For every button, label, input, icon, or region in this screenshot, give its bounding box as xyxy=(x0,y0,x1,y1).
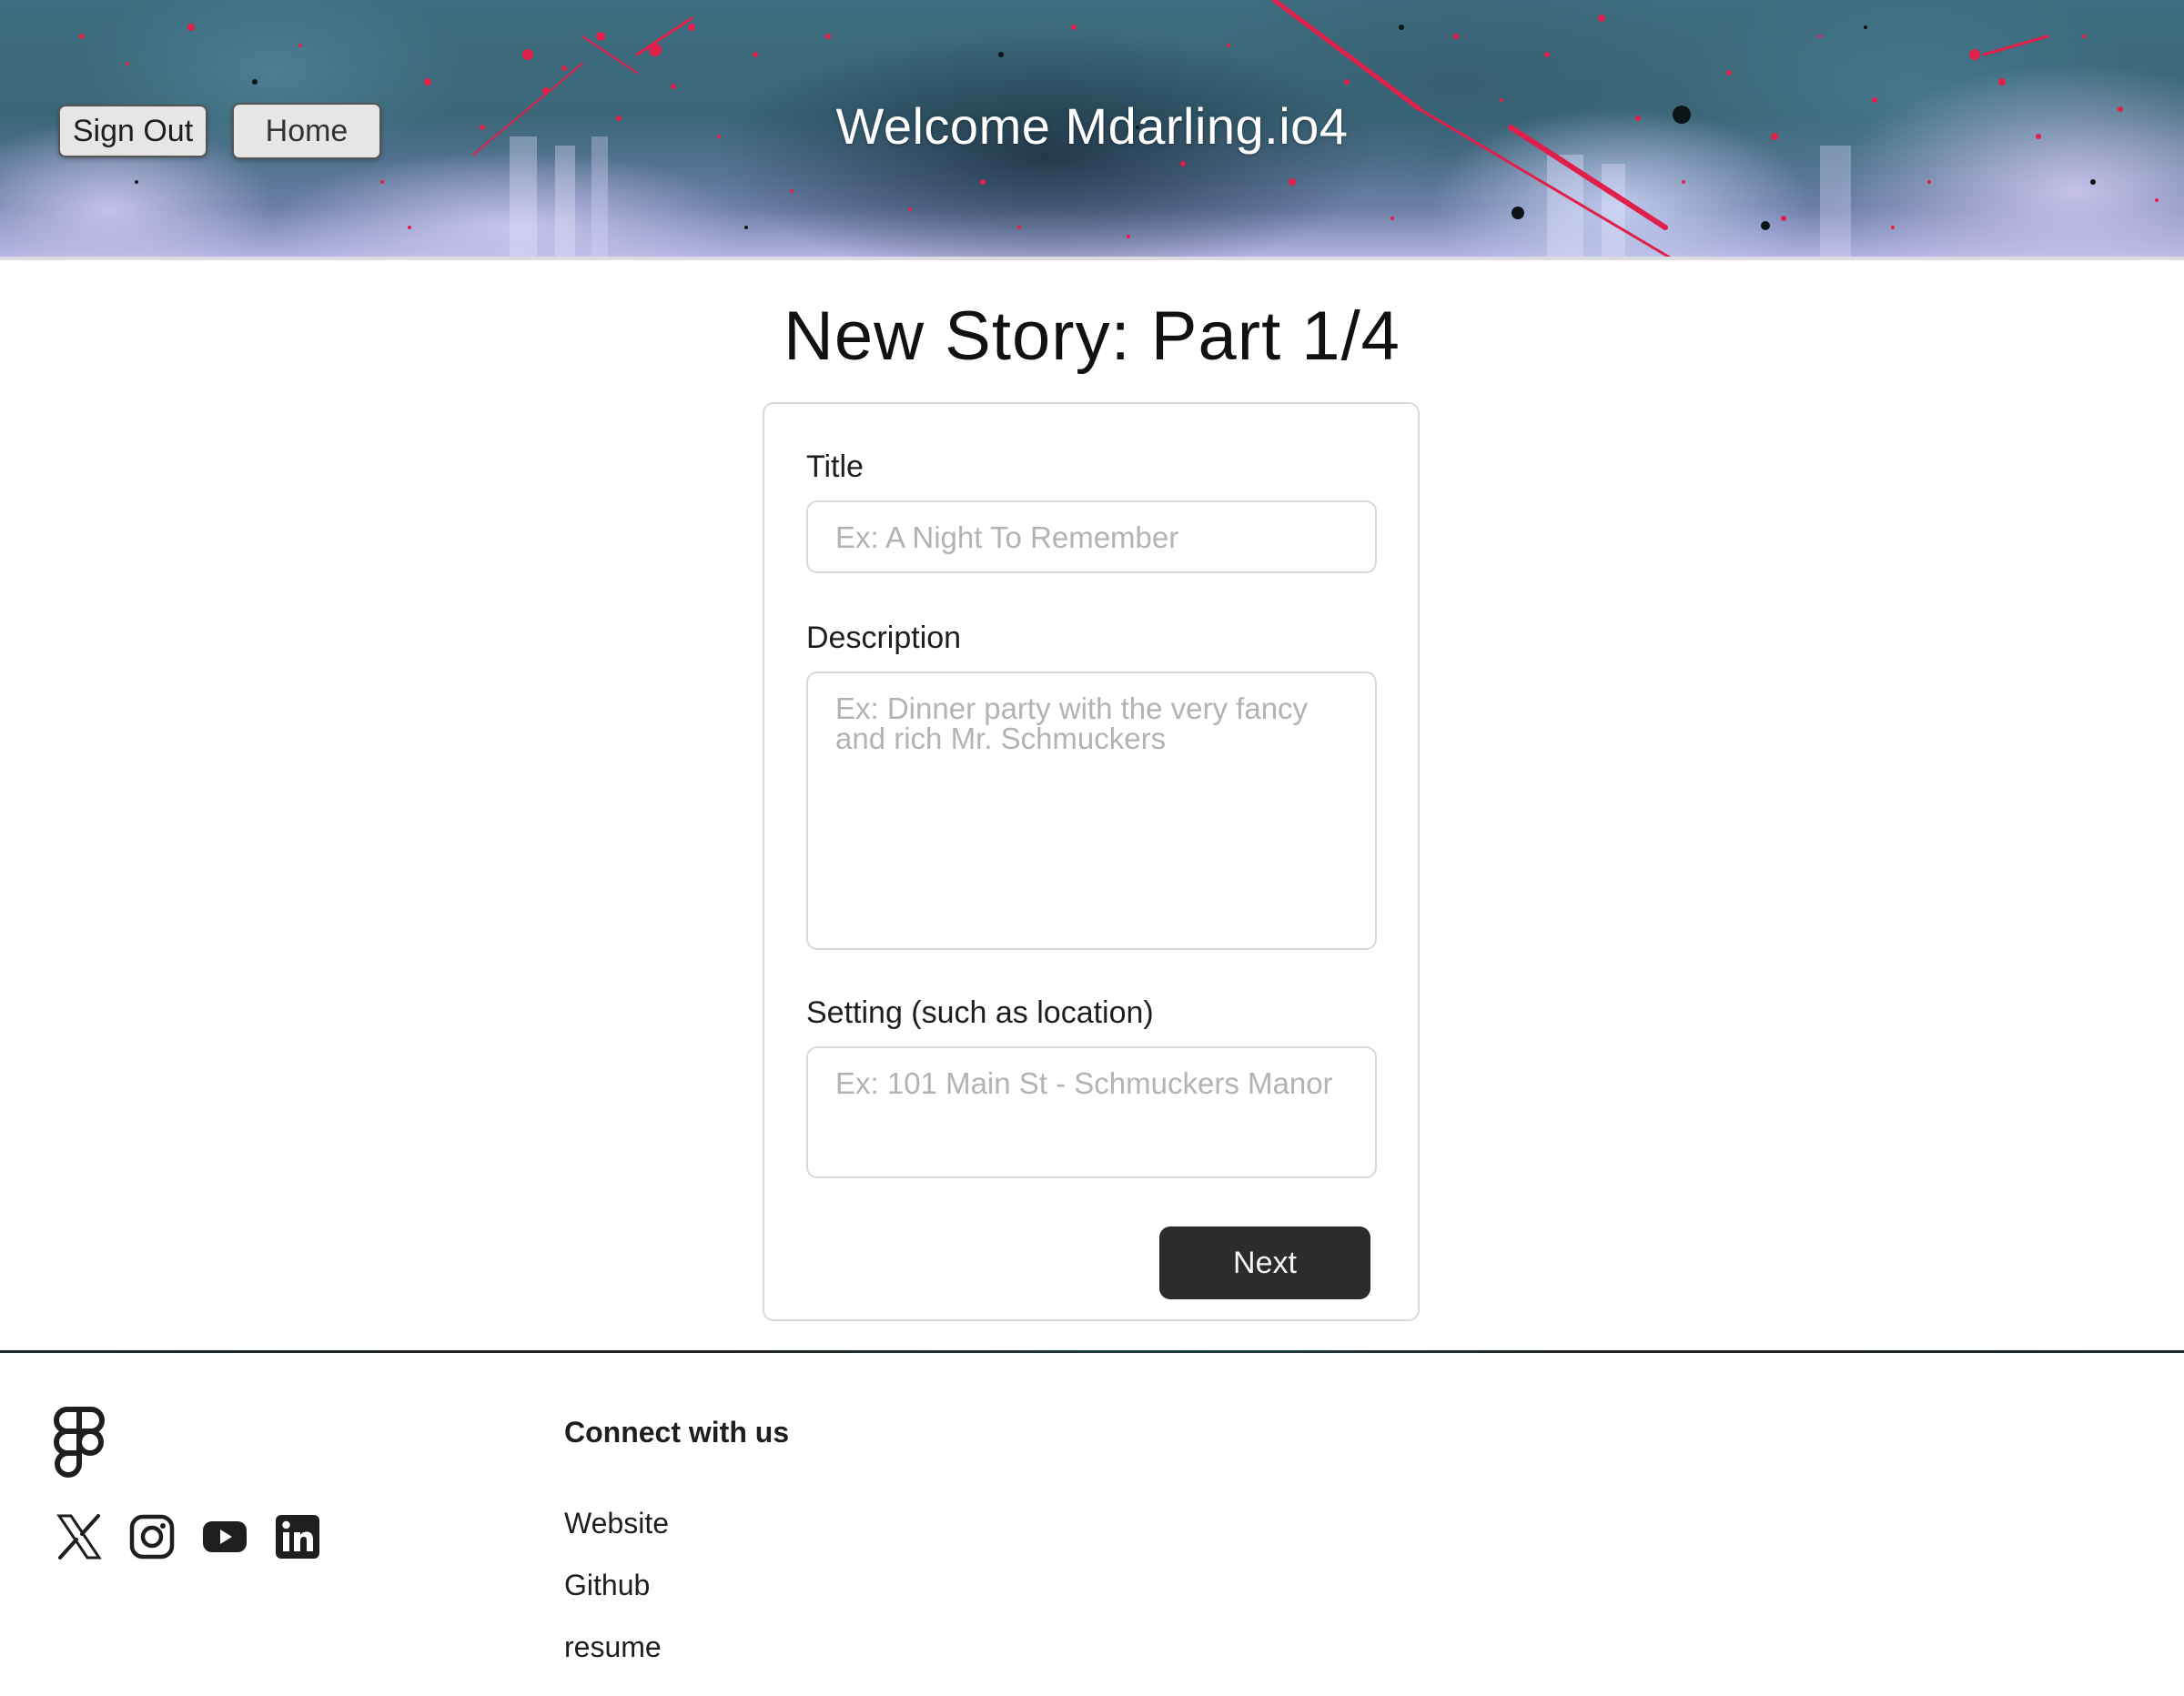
setting-label: Setting (such as location) xyxy=(806,995,1154,1030)
banner-divider xyxy=(0,257,2184,260)
footer-link-website[interactable]: Website xyxy=(564,1507,669,1540)
title-label: Title xyxy=(806,449,864,484)
x-icon[interactable] xyxy=(56,1514,102,1560)
setting-placeholder: Ex: 101 Main St - Schmuckers Manor xyxy=(835,1066,1333,1100)
linkedin-icon[interactable] xyxy=(275,1514,320,1560)
youtube-icon[interactable] xyxy=(202,1514,248,1560)
footer-link-resume[interactable]: resume xyxy=(564,1630,662,1664)
welcome-heading: Welcome Mdarling.io4 xyxy=(835,97,1349,155)
page-title: New Story: Part 1/4 xyxy=(784,298,1400,375)
description-placeholder: Ex: Dinner party with the very fancy and… xyxy=(835,692,1309,755)
home-button[interactable]: Home xyxy=(232,103,381,159)
sign-out-button[interactable]: Sign Out xyxy=(58,105,207,157)
figma-logo-icon xyxy=(54,1407,105,1478)
footer-divider xyxy=(0,1350,2184,1353)
next-button[interactable]: Next xyxy=(1159,1227,1370,1299)
title-placeholder: Ex: A Night To Remember xyxy=(835,520,1179,554)
description-label: Description xyxy=(806,621,962,655)
instagram-icon[interactable] xyxy=(129,1514,175,1560)
footer-link-github[interactable]: Github xyxy=(564,1569,650,1602)
connect-heading: Connect with us xyxy=(564,1416,790,1449)
